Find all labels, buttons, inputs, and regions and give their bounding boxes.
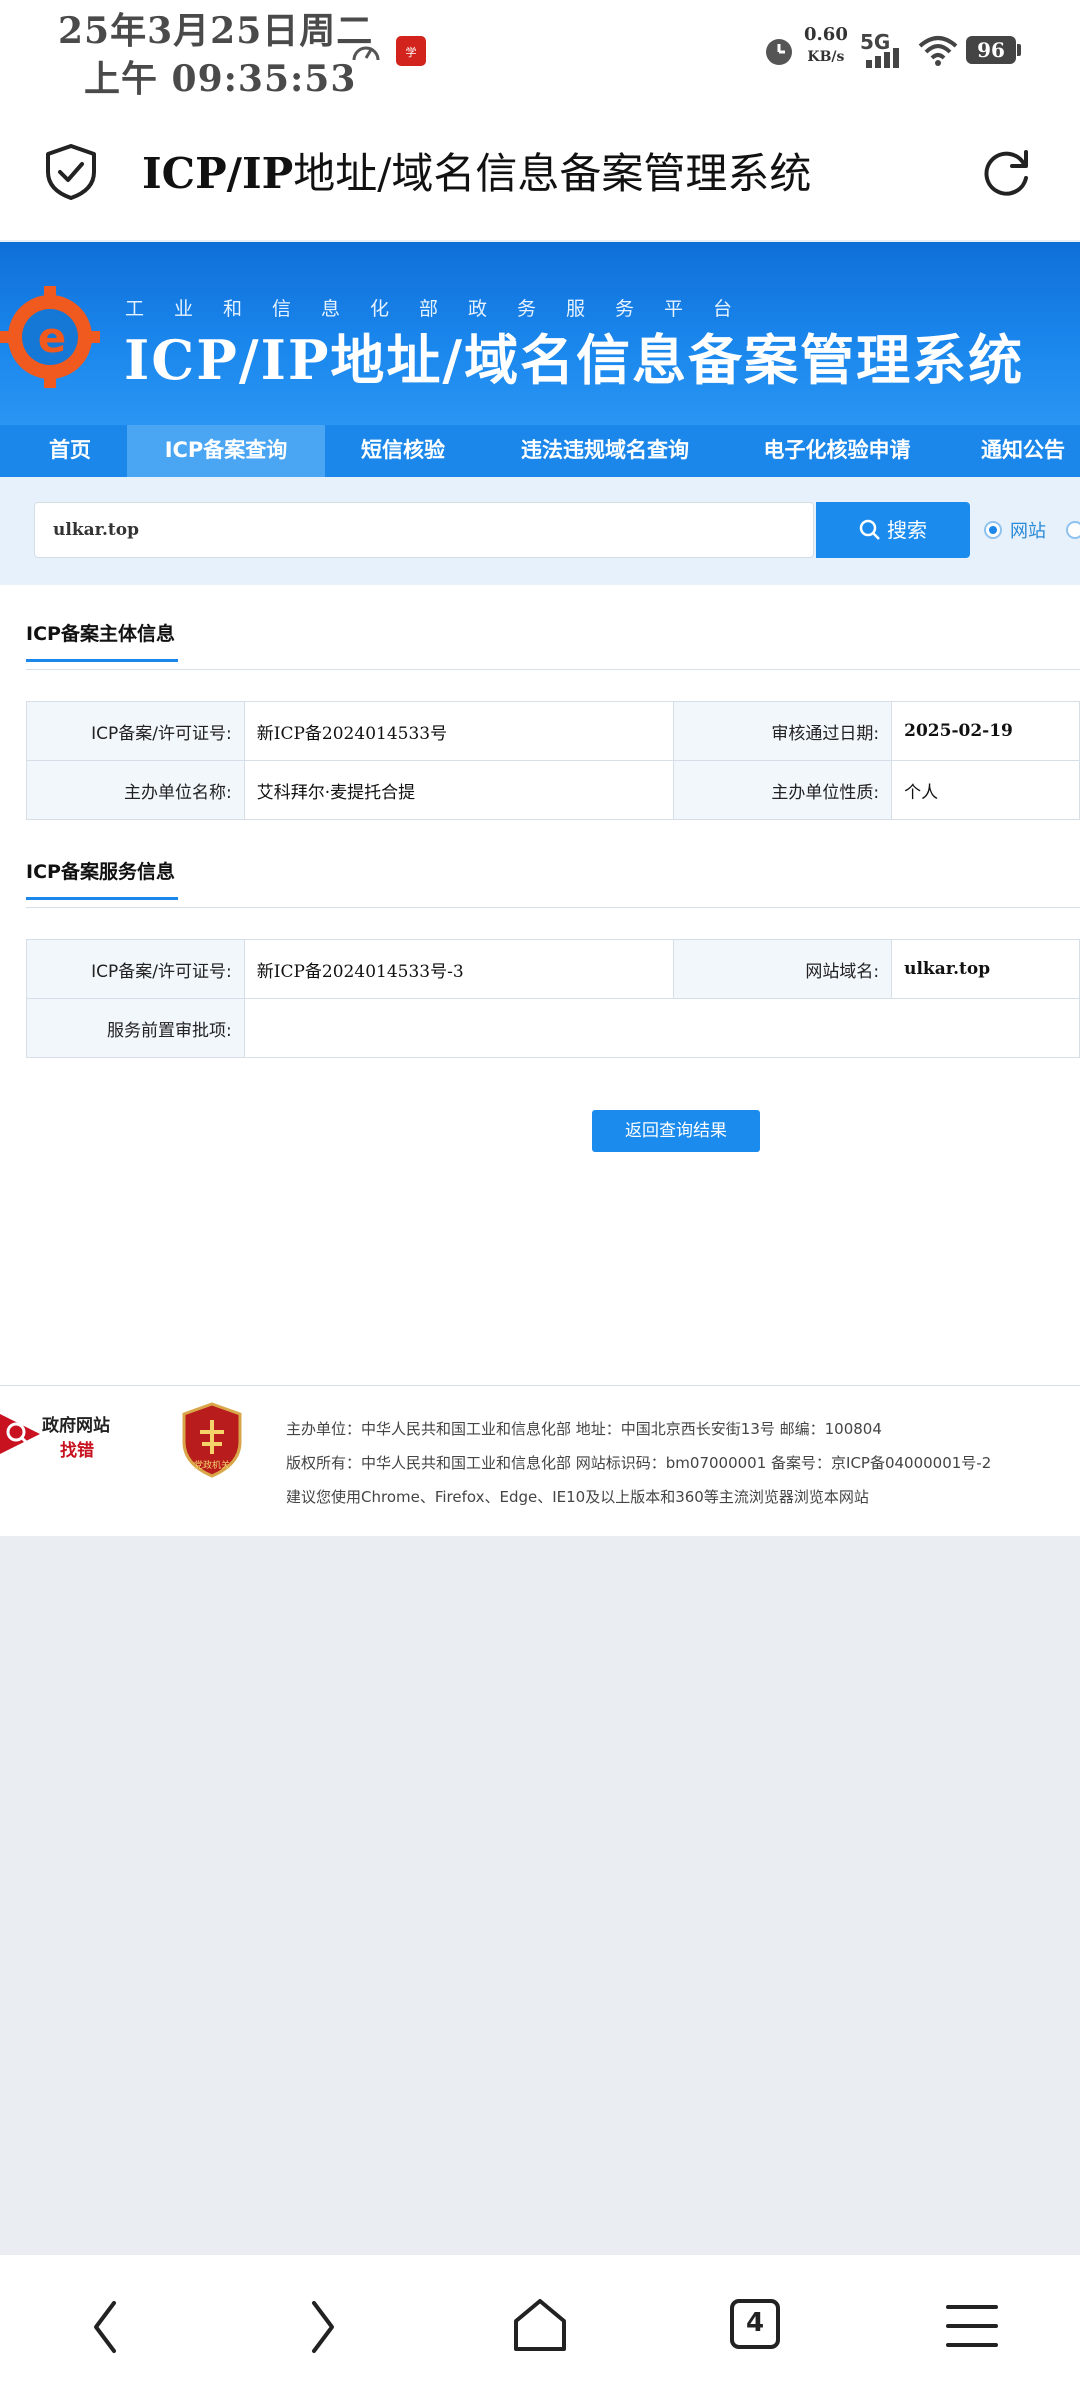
table-row: ICP备案/许可证号: 新ICP备2024014533号-3 网站域名: ulk… bbox=[26, 939, 1080, 999]
subject-info-table: ICP备案/许可证号: 新ICP备2024014533号 审核通过日期: 202… bbox=[26, 701, 1080, 820]
gov-site-error-label[interactable]: 找错 bbox=[60, 1436, 94, 1461]
status-time: 上午 09:35:53 bbox=[84, 58, 357, 100]
shield-check-icon[interactable] bbox=[44, 142, 98, 202]
net-speed: 0.60 KB/s bbox=[804, 24, 848, 68]
status-date: 25年3月25日周二 bbox=[58, 10, 374, 52]
net-speed-unit: KB/s bbox=[807, 49, 845, 65]
table-row: 主办单位名称: 艾科拜尔·麦提托合提 主办单位性质: 个人 bbox=[26, 760, 1080, 820]
nav-announcements[interactable]: 通知公告 bbox=[966, 425, 1080, 477]
miit-logo-icon: e bbox=[0, 286, 100, 388]
footer-copyright-line: 版权所有：中华人民共和国工业和信息化部 网站标识码：bm07000001 备案号… bbox=[286, 1454, 992, 1472]
section-underline bbox=[26, 897, 178, 900]
nav-icp-query[interactable]: ICP备案查询 bbox=[127, 425, 325, 477]
home-icon[interactable] bbox=[510, 2295, 570, 2355]
value-pre-approval bbox=[243, 998, 1080, 1058]
browser-title-latin: ICP/IP bbox=[142, 149, 294, 198]
study-app-icon: 学 bbox=[396, 36, 426, 66]
gov-site-error-icon[interactable] bbox=[0, 1408, 44, 1458]
browser-page-title: ICP/IP地址/域名信息备案管理系统 bbox=[142, 140, 811, 201]
site-footer: 政府网站 找错 党政机关 主办单位：中华人民共和国工业和信息化部 地址：中国北京… bbox=[0, 1385, 1080, 1536]
alarm-icon bbox=[766, 39, 792, 65]
signal-icon bbox=[866, 48, 899, 68]
refresh-icon[interactable] bbox=[978, 144, 1034, 200]
label-approval-date: 审核通过日期: bbox=[673, 701, 893, 761]
radio-other[interactable] bbox=[1066, 521, 1080, 539]
table-row: ICP备案/许可证号: 新ICP备2024014533号 审核通过日期: 202… bbox=[26, 701, 1080, 761]
radio-website-label: 网站 bbox=[1010, 521, 1046, 542]
subject-section-title: ICP备案主体信息 bbox=[26, 623, 175, 645]
section-rule bbox=[26, 907, 1080, 908]
browser-title-rest: 地址/域名信息备案管理系统 bbox=[293, 149, 812, 198]
search-region: ulkar.top 搜索 网站 bbox=[0, 477, 1080, 585]
section-underline bbox=[26, 659, 178, 662]
service-section-title: ICP备案服务信息 bbox=[26, 861, 175, 883]
label-pre-approval: 服务前置审批项: bbox=[26, 998, 245, 1058]
battery-tip bbox=[1017, 44, 1021, 56]
search-button-label: 搜索 bbox=[887, 518, 927, 542]
service-info-table: ICP备案/许可证号: 新ICP备2024014533号-3 网站域名: ulk… bbox=[26, 939, 1080, 1058]
footer-browser-note: 建议您使用Chrome、Firefox、Edge、IE10及以上版本和360等主… bbox=[286, 1488, 869, 1506]
tabs-icon[interactable]: 4 bbox=[730, 2299, 780, 2349]
nav-home[interactable]: 首页 bbox=[20, 425, 120, 477]
gauge-icon bbox=[352, 46, 380, 61]
forward-icon[interactable] bbox=[300, 2297, 344, 2357]
main-nav: 首页 ICP备案查询 短信核验 违法违规域名查询 电子化核验申请 通知公告 bbox=[0, 425, 1080, 477]
label-site-domain: 网站域名: bbox=[673, 939, 893, 999]
back-icon[interactable] bbox=[84, 2297, 128, 2357]
status-bar: 25年3月25日周二 上午 09:35:53 学 0.60 KB/s 5G 96 bbox=[0, 0, 1080, 110]
party-gov-badge-text: 党政机关 bbox=[194, 1459, 230, 1471]
net-speed-value: 0.60 bbox=[804, 24, 848, 45]
label-license-no: ICP备案/许可证号: bbox=[26, 701, 245, 761]
radio-website[interactable] bbox=[984, 521, 1002, 539]
battery-indicator: 96 bbox=[966, 36, 1016, 64]
menu-icon[interactable] bbox=[946, 2301, 998, 2351]
party-gov-badge-icon[interactable]: 党政机关 bbox=[180, 1402, 244, 1478]
back-to-results-button[interactable]: 返回查询结果 bbox=[592, 1110, 760, 1152]
wifi-icon bbox=[918, 36, 958, 66]
label-service-license-no: ICP备案/许可证号: bbox=[26, 939, 245, 999]
value-license-no: 新ICP备2024014533号 bbox=[243, 701, 675, 761]
browser-toolbar: ICP/IP地址/域名信息备案管理系统 bbox=[0, 110, 1080, 240]
value-organizer-name: 艾科拜尔·麦提托合提 bbox=[243, 760, 675, 820]
value-approval-date: 2025-02-19 bbox=[891, 701, 1080, 761]
search-input[interactable]: ulkar.top bbox=[34, 502, 814, 558]
nav-sms-verify[interactable]: 短信核验 bbox=[338, 425, 468, 477]
svg-text:e: e bbox=[38, 313, 67, 362]
search-button[interactable]: 搜索 bbox=[816, 502, 970, 558]
search-icon bbox=[859, 519, 880, 540]
record-detail: ICP备案主体信息 ICP备案/许可证号: 新ICP备2024014533号 审… bbox=[0, 585, 1080, 1385]
label-organizer-type: 主办单位性质: bbox=[673, 760, 893, 820]
gov-site-label[interactable]: 政府网站 bbox=[42, 1411, 110, 1436]
section-rule bbox=[26, 669, 1080, 670]
value-site-domain: ulkar.top bbox=[891, 939, 1080, 999]
label-organizer-name: 主办单位名称: bbox=[26, 760, 245, 820]
nav-illegal-domain-query[interactable]: 违法违规域名查询 bbox=[500, 425, 710, 477]
browser-bottom-nav: 4 bbox=[0, 2255, 1080, 2400]
table-row: 服务前置审批项: bbox=[26, 998, 1080, 1058]
nav-e-verify-apply[interactable]: 电子化核验申请 bbox=[742, 425, 932, 477]
value-organizer-type: 个人 bbox=[891, 760, 1080, 820]
svg-text:学: 学 bbox=[406, 45, 417, 59]
footer-organizer-line: 主办单位：中华人民共和国工业和信息化部 地址：中国北京西长安街13号 邮编：10… bbox=[286, 1420, 882, 1438]
site-banner: e 工业和信息化部政务服务平台 ICP/IP地址/域名信息备案管理系统 bbox=[0, 242, 1080, 425]
banner-title: ICP/IP地址/域名信息备案管理系统 bbox=[124, 328, 1025, 392]
value-service-license-no: 新ICP备2024014533号-3 bbox=[243, 939, 675, 999]
